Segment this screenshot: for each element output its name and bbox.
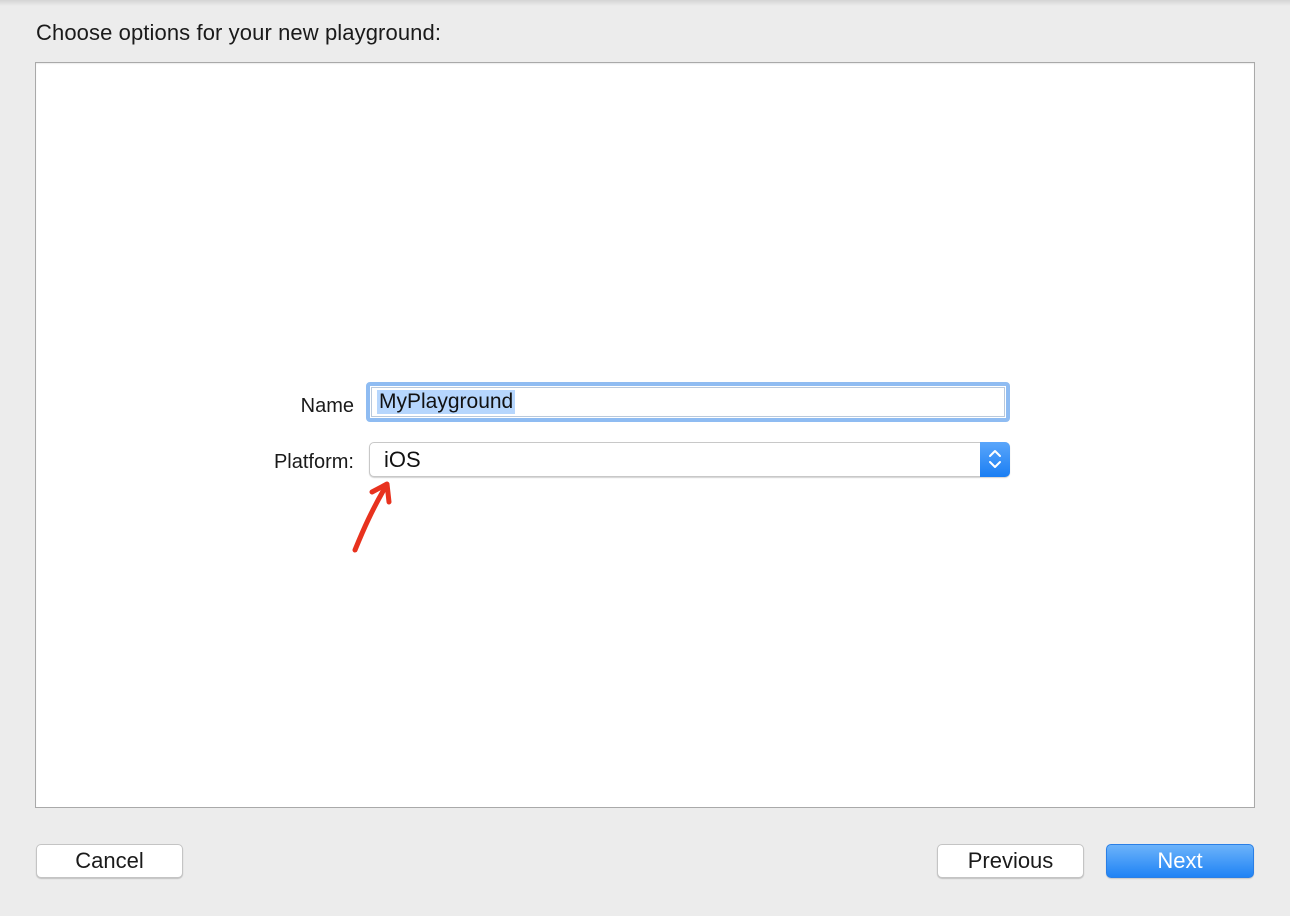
chevron-up-down-icon (989, 450, 1001, 468)
sheet-top-shadow (0, 0, 1290, 6)
cancel-button[interactable]: Cancel (36, 844, 183, 878)
red-arrow-icon (352, 481, 392, 553)
options-panel: Name MyPlayground Platform: iOS (35, 62, 1255, 808)
name-field-value[interactable]: MyPlayground (377, 390, 516, 414)
platform-popup-button[interactable]: iOS (369, 442, 1010, 477)
name-label: Name (300, 395, 354, 417)
dialog-header: Choose options for your new playground: (36, 20, 442, 45)
name-field[interactable]: MyPlayground (366, 382, 1010, 422)
next-button[interactable]: Next (1106, 844, 1254, 878)
previous-button[interactable]: Previous (937, 844, 1084, 878)
platform-label: Platform: (273, 451, 354, 473)
popup-stepper-button[interactable] (980, 442, 1010, 477)
platform-selected-value: iOS (384, 447, 421, 472)
playground-options-sheet: Choose options for your new playground: … (0, 0, 1290, 916)
